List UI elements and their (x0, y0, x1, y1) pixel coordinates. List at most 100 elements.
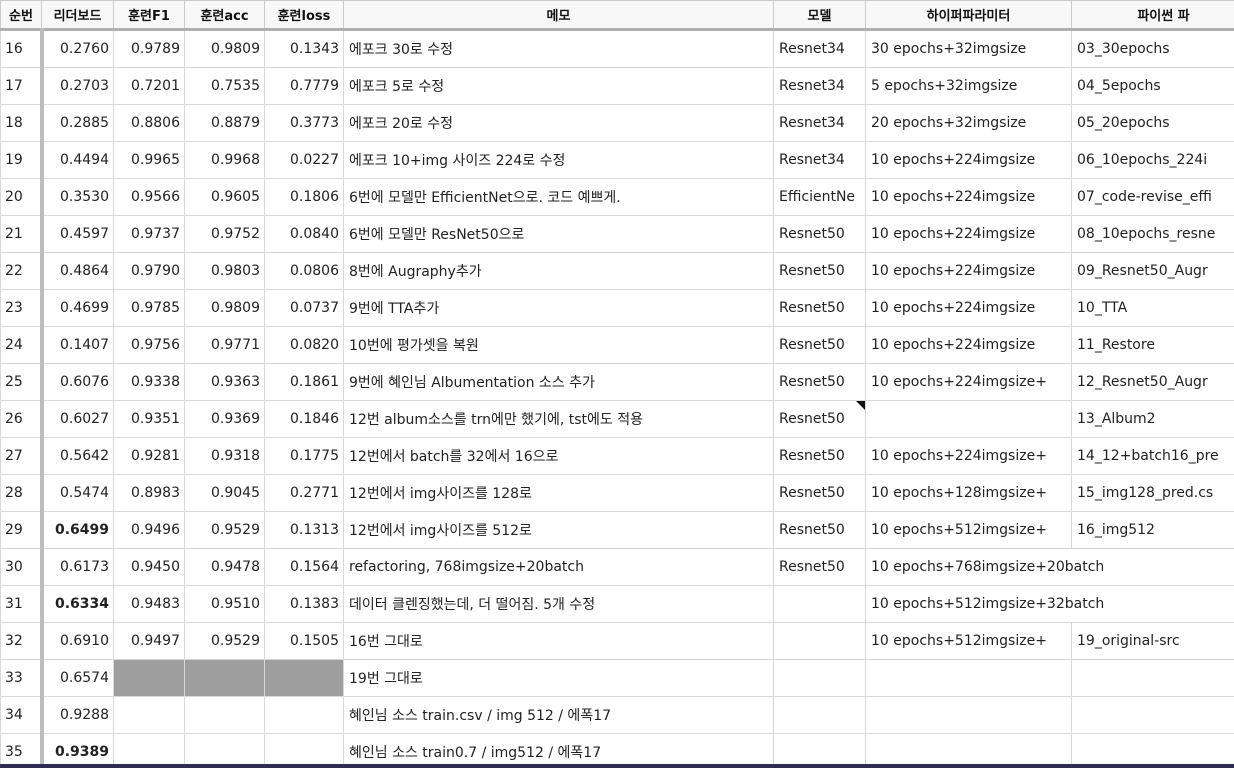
train-acc-cell[interactable]: 0.9771 (184, 326, 265, 364)
leaderboard-cell[interactable]: 0.6027 (41, 400, 114, 438)
leaderboard-cell[interactable]: 0.1407 (41, 326, 114, 364)
memo-cell[interactable]: 10번에 평가셋을 복원 (343, 326, 774, 364)
model-cell[interactable]: Resnet34 (773, 141, 866, 179)
train-f1-cell[interactable] (113, 733, 185, 768)
train-loss-cell[interactable]: 0.1343 (264, 29, 344, 68)
model-cell[interactable]: Resnet34 (773, 67, 866, 105)
train-acc-cell[interactable]: 0.9045 (184, 474, 265, 512)
train-acc-cell[interactable]: 0.9803 (184, 252, 265, 290)
train-acc-cell[interactable]: 0.9752 (184, 215, 265, 253)
train-f1-cell[interactable]: 0.9756 (113, 326, 185, 364)
memo-cell[interactable]: 12번 album소스를 trn에만 했기에, tst에도 적용 (343, 400, 774, 438)
python-file-cell[interactable]: 15_img128_pred.cs (1071, 474, 1234, 512)
train-f1-cell[interactable]: 0.9965 (113, 141, 185, 179)
memo-cell[interactable]: 에포크 5로 수정 (343, 67, 774, 105)
train-loss-cell[interactable]: 0.1564 (264, 548, 344, 586)
model-cell[interactable]: Resnet34 (773, 29, 866, 68)
train-loss-cell[interactable] (264, 659, 344, 697)
row-number-cell[interactable]: 18 (0, 104, 44, 142)
train-loss-cell[interactable]: 0.1861 (264, 363, 344, 401)
train-acc-cell[interactable]: 0.9478 (184, 548, 265, 586)
train-loss-cell[interactable] (264, 696, 344, 734)
python-file-cell[interactable]: 13_Album2 (1071, 400, 1234, 438)
python-file-cell[interactable]: 16_img512 (1071, 511, 1234, 549)
train-f1-cell[interactable]: 0.9450 (113, 548, 185, 586)
train-acc-cell[interactable]: 0.9809 (184, 29, 265, 68)
model-cell[interactable]: Resnet50 (773, 437, 866, 475)
python-file-cell[interactable]: 14_12+batch16_pre (1071, 437, 1234, 475)
train-loss-cell[interactable]: 0.0806 (264, 252, 344, 290)
memo-cell[interactable]: 12번에서 img사이즈를 128로 (343, 474, 774, 512)
model-cell[interactable]: Resnet50 (773, 400, 866, 438)
model-cell[interactable] (773, 585, 866, 623)
model-cell[interactable]: Resnet50 (773, 252, 866, 290)
row-number-cell[interactable]: 26 (0, 400, 44, 438)
model-cell[interactable]: Resnet50 (773, 511, 866, 549)
leaderboard-cell[interactable]: 0.6910 (41, 622, 114, 660)
train-loss-cell[interactable]: 0.0840 (264, 215, 344, 253)
memo-cell[interactable]: 에포크 20로 수정 (343, 104, 774, 142)
row-number-cell[interactable]: 35 (0, 733, 44, 768)
train-loss-cell[interactable]: 0.1313 (264, 511, 344, 549)
leaderboard-cell[interactable]: 0.3530 (41, 178, 114, 216)
train-f1-cell[interactable]: 0.9496 (113, 511, 185, 549)
train-acc-cell[interactable]: 0.8879 (184, 104, 265, 142)
leaderboard-cell[interactable]: 0.6499 (41, 511, 114, 549)
train-loss-cell[interactable]: 0.1846 (264, 400, 344, 438)
hyperparam-cell[interactable]: 10 epochs+512imgsize+ (865, 622, 1072, 660)
python-file-cell[interactable]: 08_10epochs_resne (1071, 215, 1234, 253)
leaderboard-cell[interactable]: 0.4864 (41, 252, 114, 290)
leaderboard-cell[interactable]: 0.4494 (41, 141, 114, 179)
leaderboard-cell[interactable]: 0.5642 (41, 437, 114, 475)
train-loss-cell[interactable]: 0.2771 (264, 474, 344, 512)
train-f1-cell[interactable] (113, 659, 185, 697)
row-number-cell[interactable]: 16 (0, 29, 44, 68)
row-number-cell[interactable]: 30 (0, 548, 44, 586)
train-f1-cell[interactable]: 0.9483 (113, 585, 185, 623)
hyperparam-cell[interactable] (865, 733, 1072, 768)
hyperparam-cell[interactable] (865, 400, 1072, 438)
train-loss-cell[interactable]: 0.0227 (264, 141, 344, 179)
train-loss-cell[interactable] (264, 733, 344, 768)
row-number-cell[interactable]: 28 (0, 474, 44, 512)
leaderboard-cell[interactable]: 0.2760 (41, 29, 114, 68)
model-cell[interactable] (773, 733, 866, 768)
header-cell[interactable]: 훈련F1 (113, 0, 185, 31)
memo-cell[interactable]: 8번에 Augraphy추가 (343, 252, 774, 290)
header-cell[interactable]: 훈련acc (184, 0, 265, 31)
train-f1-cell[interactable]: 0.9785 (113, 289, 185, 327)
row-number-cell[interactable]: 22 (0, 252, 44, 290)
memo-cell[interactable]: 9번에 TTA추가 (343, 289, 774, 327)
train-loss-cell[interactable]: 0.0820 (264, 326, 344, 364)
memo-cell[interactable]: 6번에 모델만 ResNet50으로 (343, 215, 774, 253)
memo-cell[interactable]: 혜인님 소스 train0.7 / img512 / 에폭17 (343, 733, 774, 768)
python-file-cell[interactable]: 07_code-revise_effi (1071, 178, 1234, 216)
hyperparam-cell[interactable]: 10 epochs+224imgsize (865, 289, 1072, 327)
hyperparam-cell[interactable]: 10 epochs+224imgsize (865, 141, 1072, 179)
memo-cell[interactable]: 9번에 혜인님 Albumentation 소스 추가 (343, 363, 774, 401)
header-cell[interactable]: 리더보드 (41, 0, 114, 31)
train-loss-cell[interactable]: 0.1806 (264, 178, 344, 216)
train-f1-cell[interactable]: 0.9789 (113, 29, 185, 68)
leaderboard-cell[interactable]: 0.6076 (41, 363, 114, 401)
row-number-cell[interactable]: 23 (0, 289, 44, 327)
row-number-cell[interactable]: 29 (0, 511, 44, 549)
row-number-cell[interactable]: 21 (0, 215, 44, 253)
train-acc-cell[interactable]: 0.9809 (184, 289, 265, 327)
hyperparam-cell[interactable]: 10 epochs+224imgsize+ (865, 363, 1072, 401)
leaderboard-cell[interactable]: 0.2885 (41, 104, 114, 142)
hyperparam-cell[interactable]: 30 epochs+32imgsize (865, 29, 1072, 68)
row-number-cell[interactable]: 24 (0, 326, 44, 364)
hyperparam-cell[interactable] (865, 696, 1072, 734)
train-loss-cell[interactable]: 0.1383 (264, 585, 344, 623)
row-number-cell[interactable]: 19 (0, 141, 44, 179)
leaderboard-cell[interactable]: 0.4699 (41, 289, 114, 327)
hyperparam-cell[interactable]: 10 epochs+224imgsize (865, 252, 1072, 290)
row-number-cell[interactable]: 17 (0, 67, 44, 105)
leaderboard-cell[interactable]: 0.2703 (41, 67, 114, 105)
train-f1-cell[interactable]: 0.8983 (113, 474, 185, 512)
header-cell[interactable]: 순번 (0, 0, 42, 31)
comment-indicator-icon[interactable] (856, 401, 865, 410)
leaderboard-cell[interactable]: 0.6574 (41, 659, 114, 697)
model-cell[interactable] (773, 622, 866, 660)
